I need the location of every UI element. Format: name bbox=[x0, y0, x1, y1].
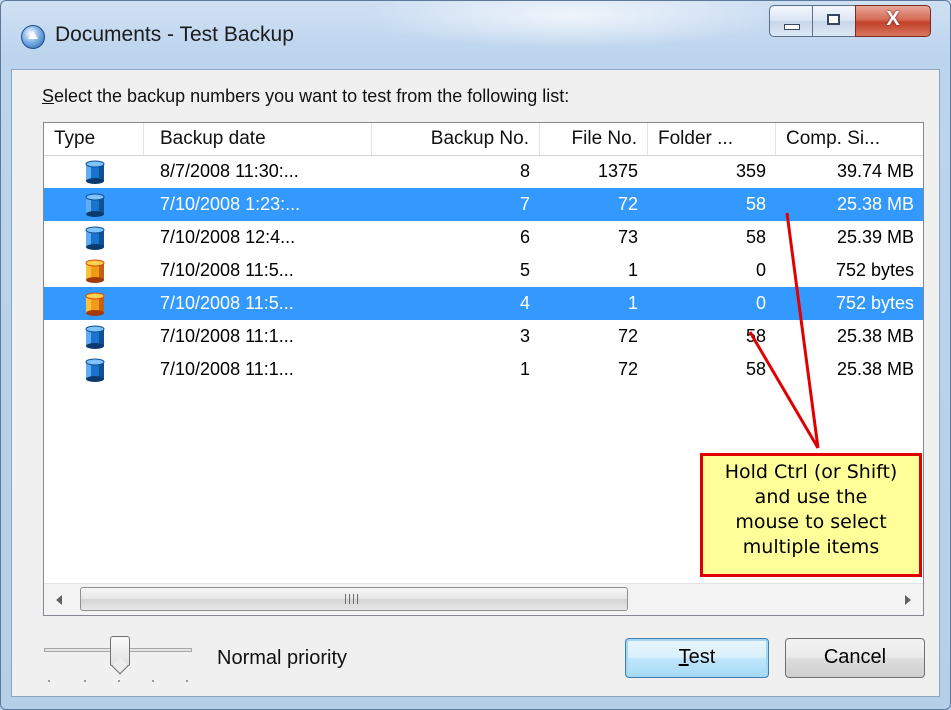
file-no-cell: 72 bbox=[617, 359, 638, 379]
backup-date-cell: 7/10/2008 1:23:... bbox=[160, 194, 301, 214]
slider-tick bbox=[48, 680, 50, 682]
app-icon[interactable] bbox=[21, 25, 45, 49]
dialog-body: Select the backup numbers you want to te… bbox=[11, 69, 940, 697]
minimize-button[interactable] bbox=[769, 5, 813, 37]
instruction-accelerator: S bbox=[42, 86, 55, 106]
backup-date-cell: 8/7/2008 11:30:... bbox=[160, 161, 299, 181]
table-row[interactable]: 7/10/2008 11:1... 3 72 58 25.38 MB bbox=[44, 320, 923, 353]
comp-size-cell: 25.38 MB bbox=[836, 359, 914, 379]
file-no-cell: 1 bbox=[627, 260, 638, 280]
database-orange-icon bbox=[85, 292, 105, 316]
instruction-text: elect the backup numbers you want to tes… bbox=[54, 86, 570, 106]
test-button[interactable]: Test bbox=[625, 638, 769, 678]
comp-size-cell: 25.38 MB bbox=[836, 194, 914, 214]
database-blue-icon bbox=[85, 193, 105, 217]
multi-select-tip-callout: Hold Ctrl (or Shift) and use the mouse t… bbox=[700, 453, 922, 577]
column-header-backup-no[interactable]: Backup No. bbox=[372, 123, 540, 155]
backup-no-cell: 1 bbox=[519, 359, 530, 379]
backup-no-cell: 4 bbox=[519, 293, 530, 313]
slider-tick bbox=[84, 680, 86, 682]
test-button-accelerator: T bbox=[678, 646, 689, 668]
cancel-button[interactable]: Cancel bbox=[785, 638, 925, 678]
folder-count-cell: 0 bbox=[755, 293, 766, 313]
instruction-label: Select the backup numbers you want to te… bbox=[42, 86, 569, 107]
title-bar[interactable]: Documents - Test Backup X bbox=[1, 1, 950, 71]
database-blue-icon bbox=[85, 226, 105, 250]
priority-slider-thumb[interactable] bbox=[110, 636, 130, 666]
table-row[interactable]: 7/10/2008 11:5... 5 1 0 752 bytes bbox=[44, 254, 923, 287]
table-row[interactable]: 7/10/2008 11:1... 1 72 58 25.38 MB bbox=[44, 353, 923, 386]
backup-no-cell: 5 bbox=[519, 260, 530, 280]
column-header-comp-size[interactable]: Comp. Si... bbox=[776, 123, 923, 155]
folder-count-cell: 359 bbox=[735, 161, 766, 181]
backup-no-cell: 8 bbox=[519, 161, 530, 181]
priority-label: Normal priority bbox=[217, 647, 348, 669]
list-header: Type Backup date Backup No. File No. Fol… bbox=[44, 123, 923, 156]
backup-date-cell: 7/10/2008 11:1... bbox=[160, 359, 294, 379]
database-blue-icon bbox=[85, 358, 105, 382]
test-backup-dialog: Documents - Test Backup X Select the bac… bbox=[0, 0, 951, 710]
backup-date-cell: 7/10/2008 11:5... bbox=[160, 260, 294, 280]
comp-size-cell: 39.74 MB bbox=[836, 161, 914, 181]
comp-size-cell: 25.39 MB bbox=[836, 227, 914, 247]
scrollbar-thumb[interactable] bbox=[80, 587, 628, 611]
file-no-cell: 72 bbox=[617, 194, 638, 214]
maximize-button[interactable] bbox=[812, 5, 856, 37]
table-row[interactable]: 7/10/2008 11:5... 4 1 0 752 bytes bbox=[44, 287, 923, 320]
file-no-cell: 72 bbox=[617, 326, 638, 346]
window-title: Documents - Test Backup bbox=[55, 23, 294, 46]
backup-date-cell: 7/10/2008 12:4... bbox=[160, 227, 296, 247]
column-header-file-no[interactable]: File No. bbox=[540, 123, 648, 155]
slider-tick bbox=[186, 680, 188, 682]
backup-no-cell: 3 bbox=[519, 326, 530, 346]
backup-date-cell: 7/10/2008 11:5... bbox=[160, 293, 294, 313]
file-no-cell: 73 bbox=[617, 227, 638, 247]
backup-no-cell: 7 bbox=[519, 194, 530, 214]
table-row[interactable]: 8/7/2008 11:30:... 8 1375 359 39.74 MB bbox=[44, 155, 923, 188]
file-no-cell: 1375 bbox=[597, 161, 638, 181]
scrollbar-grip-icon bbox=[345, 594, 361, 604]
maximize-icon bbox=[827, 14, 840, 25]
comp-size-cell: 752 bytes bbox=[835, 260, 914, 280]
database-blue-icon bbox=[85, 160, 105, 184]
backup-list[interactable]: Type Backup date Backup No. File No. Fol… bbox=[43, 122, 924, 616]
minimize-icon bbox=[784, 24, 800, 30]
column-header-folder[interactable]: Folder ... bbox=[648, 123, 776, 155]
scroll-left-arrow-icon[interactable] bbox=[44, 584, 76, 615]
folder-count-cell: 58 bbox=[745, 194, 766, 214]
database-orange-icon bbox=[85, 259, 105, 283]
folder-count-cell: 58 bbox=[745, 326, 766, 346]
table-row[interactable]: 7/10/2008 1:23:... 7 72 58 25.38 MB bbox=[44, 188, 923, 221]
horizontal-scrollbar[interactable] bbox=[44, 583, 923, 615]
backup-no-cell: 6 bbox=[519, 227, 530, 247]
folder-count-cell: 0 bbox=[755, 260, 766, 280]
title-bar-glass bbox=[361, 1, 781, 49]
close-icon: X bbox=[886, 8, 900, 30]
database-blue-icon bbox=[85, 325, 105, 349]
table-row[interactable]: 7/10/2008 12:4... 6 73 58 25.39 MB bbox=[44, 221, 923, 254]
slider-tick bbox=[152, 680, 154, 682]
close-button[interactable]: X bbox=[855, 5, 931, 37]
scroll-right-arrow-icon[interactable] bbox=[891, 584, 923, 615]
test-button-label: est bbox=[688, 646, 716, 668]
folder-count-cell: 58 bbox=[745, 359, 766, 379]
column-header-type[interactable]: Type bbox=[44, 123, 144, 155]
slider-tick bbox=[118, 680, 120, 682]
column-header-backup-date[interactable]: Backup date bbox=[144, 123, 372, 155]
comp-size-cell: 25.38 MB bbox=[836, 326, 914, 346]
folder-count-cell: 58 bbox=[745, 227, 766, 247]
backup-date-cell: 7/10/2008 11:1... bbox=[160, 326, 294, 346]
comp-size-cell: 752 bytes bbox=[835, 293, 914, 313]
file-no-cell: 1 bbox=[627, 293, 638, 313]
